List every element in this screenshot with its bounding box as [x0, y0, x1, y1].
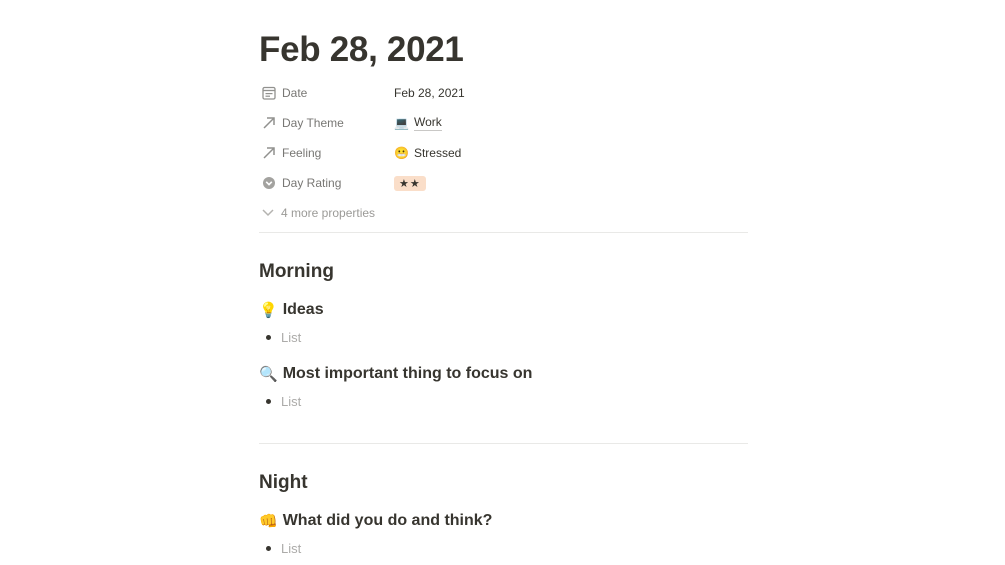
grimacing-face-icon: 😬 [394, 146, 409, 160]
chevron-down-icon [259, 204, 277, 222]
light-bulb-icon: 💡 [259, 302, 278, 319]
divider [259, 232, 748, 233]
relation-link[interactable]: Work [413, 115, 442, 131]
property-row-date[interactable]: Date Feb 28, 2021 [259, 79, 748, 107]
property-row-day-rating[interactable]: Day Rating ★★ [259, 169, 748, 197]
property-label: Day Rating [282, 176, 342, 190]
property-row-day-theme[interactable]: Day Theme 💻 Work [259, 109, 748, 137]
property-label: Date [282, 86, 308, 100]
property-value-day-rating[interactable]: ★★ [394, 175, 426, 191]
bullet-dot [266, 398, 271, 404]
property-label: Feeling [282, 146, 322, 160]
property-label: Day Theme [282, 116, 344, 130]
calendar-icon [260, 84, 278, 102]
more-properties-toggle[interactable]: 4 more properties [259, 203, 375, 223]
fist-icon: 👊 [259, 513, 278, 530]
relation-arrow-icon [260, 144, 278, 162]
list-placeholder[interactable]: List [281, 541, 301, 556]
property-value-feeling[interactable]: 😬 Stressed [394, 146, 461, 160]
relation-link[interactable]: Stressed [414, 146, 461, 160]
heading-reflect[interactable]: 👊 What did you do and think? [259, 512, 492, 530]
bullet-dot [266, 334, 271, 340]
list-placeholder[interactable]: List [281, 394, 301, 409]
relation-arrow-icon [260, 114, 278, 132]
list-item[interactable]: List [259, 391, 301, 411]
laptop-icon: 💻 [394, 116, 409, 130]
rating-tag[interactable]: ★★ [394, 175, 426, 191]
list-placeholder[interactable]: List [281, 330, 301, 345]
more-properties-label: 4 more properties [281, 206, 376, 220]
page-title[interactable]: Feb 28, 2021 [259, 30, 464, 70]
heading-focus[interactable]: 🔍 Most important thing to focus on [259, 365, 532, 383]
property-value-day-theme[interactable]: 💻 Work [394, 115, 442, 131]
list-item[interactable]: List [259, 327, 301, 347]
magnifier-icon: 🔍 [259, 366, 278, 383]
heading-text: What did you do and think? [282, 512, 493, 529]
bullet-dot [266, 545, 271, 551]
divider [259, 443, 748, 444]
property-value-date[interactable]: Feb 28, 2021 [394, 86, 465, 100]
select-icon [260, 174, 278, 192]
heading-morning[interactable]: Morning [259, 261, 334, 283]
heading-night[interactable]: Night [259, 472, 308, 494]
heading-text: Ideas [282, 301, 324, 318]
list-item[interactable]: List [259, 538, 301, 558]
heading-ideas[interactable]: 💡 Ideas [259, 301, 324, 319]
property-row-feeling[interactable]: Feeling 😬 Stressed [259, 139, 748, 167]
heading-text: Most important thing to focus on [282, 365, 533, 382]
